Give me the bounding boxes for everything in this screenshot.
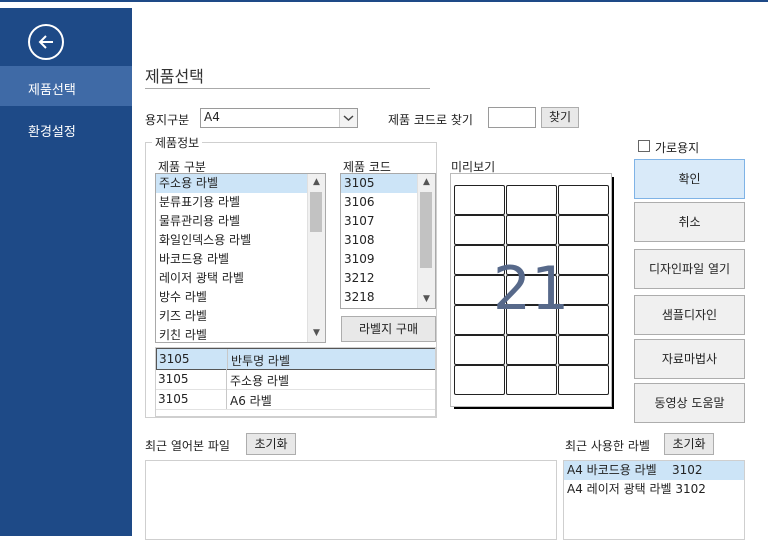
cancel-button[interactable]: 취소 xyxy=(634,202,745,242)
list-item[interactable]: 화일인덱스용 라벨 xyxy=(156,231,325,250)
label-preview: 21 xyxy=(450,173,614,409)
match-code: 3105 xyxy=(158,372,189,386)
sidebar-item-label: 제품선택 xyxy=(28,83,76,98)
preview-label-cell xyxy=(454,365,505,395)
match-code: 3105 xyxy=(158,392,189,406)
back-button[interactable] xyxy=(28,24,64,60)
scroll-down-icon[interactable]: ▼ xyxy=(308,325,325,342)
top-accent-line xyxy=(0,0,768,2)
preview-label-cell xyxy=(558,215,609,245)
recent-files-label: 최근 열어본 파일 xyxy=(145,439,230,453)
code-search-input[interactable] xyxy=(488,107,536,128)
column-divider xyxy=(227,349,228,369)
preview-label-cell xyxy=(558,335,609,365)
paper-type-label: 용지구분 xyxy=(145,113,190,127)
preview-label-cell xyxy=(506,335,557,365)
preview-page: 21 xyxy=(450,173,612,407)
paper-type-value: A4 xyxy=(204,110,220,124)
preview-label-cell xyxy=(454,215,505,245)
match-name: 주소용 라벨 xyxy=(230,374,290,388)
list-item[interactable]: 키즈 라벨 xyxy=(156,307,325,326)
list-item[interactable]: 물류관리용 라벨 xyxy=(156,212,325,231)
sidebar-item-label: 환경설정 xyxy=(28,125,76,140)
sample-design-button[interactable]: 샘플디자인 xyxy=(634,295,745,335)
list-item[interactable]: 바코드용 라벨 xyxy=(156,250,325,269)
match-code: 3105 xyxy=(159,352,190,366)
landscape-checkbox[interactable] xyxy=(638,140,650,152)
category-scrollbar[interactable]: ▲ ▼ xyxy=(307,174,325,342)
scroll-up-icon[interactable]: ▲ xyxy=(418,174,435,191)
scroll-up-icon[interactable]: ▲ xyxy=(308,174,325,191)
table-row[interactable]: 3105 주소용 라벨 xyxy=(156,369,435,390)
column-divider xyxy=(226,369,227,389)
list-item[interactable]: A4 바코드용 라벨 3102 xyxy=(564,461,744,480)
table-row[interactable]: 3105 A6 라벨 xyxy=(156,389,435,410)
recent-labels-list[interactable]: A4 바코드용 라벨 3102 A4 레이저 광택 라벨 3102 xyxy=(563,460,745,540)
code-search-label: 제품 코드로 찾기 xyxy=(388,113,473,127)
title-divider xyxy=(145,88,430,89)
match-name: A6 라벨 xyxy=(230,394,272,408)
scroll-down-icon[interactable]: ▼ xyxy=(418,291,435,308)
data-wizard-button[interactable]: 자료마법사 xyxy=(634,339,745,379)
code-list[interactable]: 3105 3106 3107 3108 3109 3212 3218 ▲ ▼ xyxy=(340,173,436,309)
label-count: 21 xyxy=(492,254,570,324)
buy-labels-button[interactable]: 라벨지 구매 xyxy=(341,316,436,342)
list-item[interactable]: 키친 라벨 xyxy=(156,326,325,342)
reset-recent-labels-button[interactable]: 초기화 xyxy=(664,433,714,455)
match-name: 반투명 라벨 xyxy=(231,354,291,368)
scroll-thumb[interactable] xyxy=(420,192,432,268)
list-item[interactable]: 레이저 광택 라벨 xyxy=(156,269,325,288)
sidebar-item-settings[interactable]: 환경설정 xyxy=(0,108,132,148)
list-item[interactable]: 분류표기용 라벨 xyxy=(156,193,325,212)
list-item[interactable]: 방수 라벨 xyxy=(156,288,325,307)
preview-label-cell xyxy=(506,185,557,215)
product-info-legend: 제품정보 xyxy=(152,134,203,151)
landscape-label: 가로용지 xyxy=(655,141,700,155)
category-list[interactable]: 주소용 라벨 분류표기용 라벨 물류관리용 라벨 화일인덱스용 라벨 바코드용 … xyxy=(155,173,326,343)
preview-label-cell xyxy=(506,365,557,395)
preview-label-cell xyxy=(558,365,609,395)
video-help-button[interactable]: 동영상 도움말 xyxy=(634,383,745,423)
reset-recent-files-button[interactable]: 초기화 xyxy=(246,433,296,455)
list-item[interactable]: A4 레이저 광택 라벨 3102 xyxy=(564,480,744,499)
chevron-down-icon[interactable] xyxy=(339,109,357,127)
scroll-thumb[interactable] xyxy=(310,192,322,232)
confirm-button[interactable]: 확인 xyxy=(634,159,745,199)
paper-type-select[interactable]: A4 xyxy=(200,108,358,128)
matches-table[interactable]: 3105 반투명 라벨 3105 주소용 라벨 3105 A6 라벨 xyxy=(155,347,436,417)
preview-label-cell xyxy=(558,185,609,215)
preview-label-cell xyxy=(506,215,557,245)
find-button[interactable]: 찾기 xyxy=(541,107,579,128)
arrow-left-icon xyxy=(38,35,53,49)
open-design-file-button[interactable]: 디자인파일 열기 xyxy=(634,249,745,289)
preview-label-cell xyxy=(454,335,505,365)
code-scrollbar[interactable]: ▲ ▼ xyxy=(417,174,435,308)
sidebar-item-product-select[interactable]: 제품선택 xyxy=(0,66,132,106)
recent-labels-label: 최근 사용한 라벨 xyxy=(565,439,650,453)
list-item[interactable]: 주소용 라벨 xyxy=(156,174,325,193)
page-title: 제품선택 xyxy=(145,67,204,86)
table-row[interactable]: 3105 반투명 라벨 xyxy=(156,348,435,370)
preview-label-cell xyxy=(454,185,505,215)
recent-files-list[interactable] xyxy=(145,460,557,540)
column-divider xyxy=(226,389,227,409)
